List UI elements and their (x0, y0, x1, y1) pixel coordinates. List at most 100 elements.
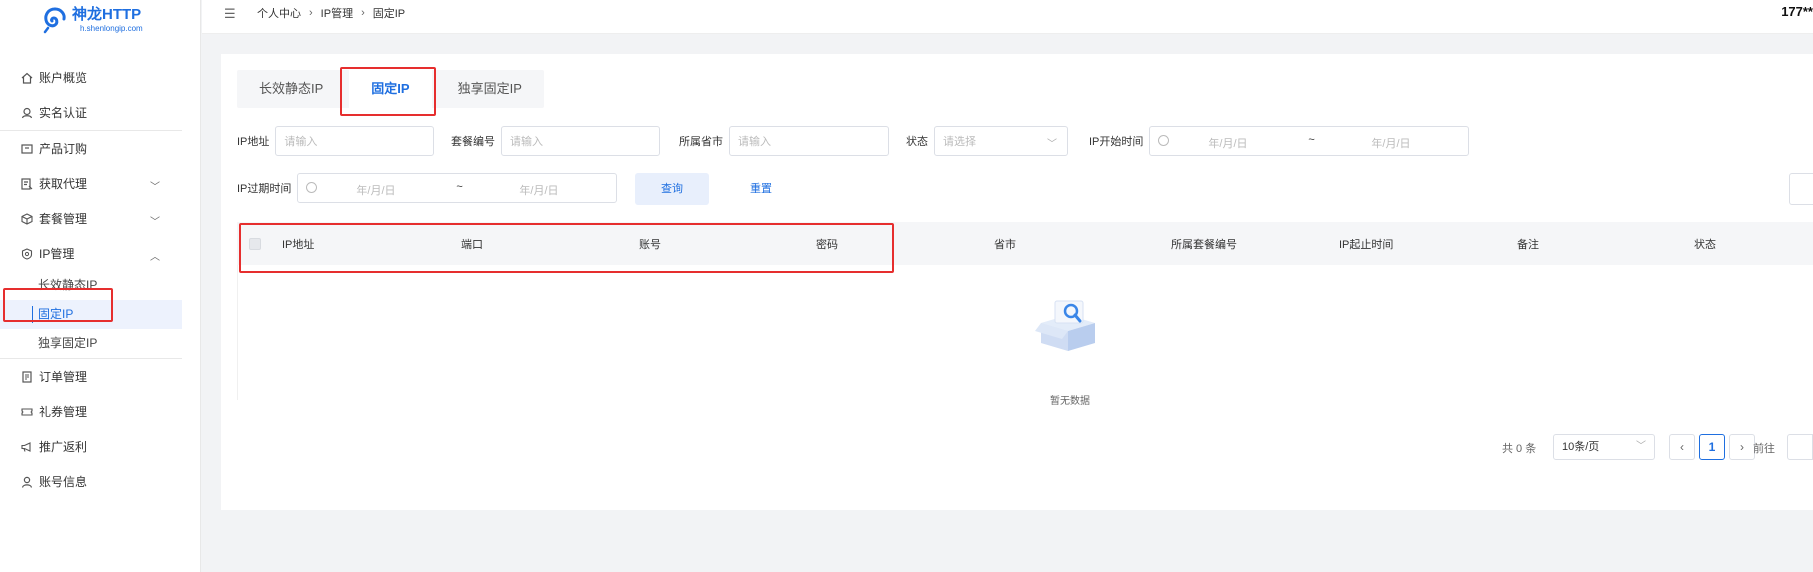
ip-filter: IP地址 请输入 (237, 126, 435, 156)
user-name[interactable]: 177** (1781, 4, 1813, 19)
brand-subtitle: h.shenlongip.com (80, 24, 143, 33)
account-icon (20, 475, 34, 489)
chevron-down-icon: ﹀ (1636, 441, 1646, 452)
empty-box-icon (1035, 300, 1095, 351)
content-card: 长效静态IP 固定IP 独享固定IP IP地址 请输入 套餐编号 请输入 所属省… (221, 54, 1813, 510)
sidebar-item-overview[interactable]: 账户概览 (0, 60, 182, 95)
breadcrumb-item: 固定IP (372, 8, 406, 20)
top-bar: ☰ 个人中心 › IP管理 › 固定IP 177** (202, 0, 1813, 34)
placeholder: 请输入 (284, 136, 318, 148)
goto-page-input[interactable] (1787, 434, 1813, 460)
status-filter: 状态 请选择 ﹀ (906, 126, 1068, 156)
select-all-checkbox[interactable] (249, 238, 261, 250)
proxy-icon (20, 177, 34, 191)
package-icon (20, 212, 34, 226)
tab-fixed-ip[interactable]: 固定IP (349, 70, 432, 108)
sidebar-item-account[interactable]: 账号信息 (0, 464, 182, 499)
column-ip-period: IP起止时间 (1339, 239, 1394, 251)
sidebar-item-orders[interactable]: 订单管理 (0, 359, 182, 394)
menu-fold-icon[interactable]: ☰ (224, 6, 236, 22)
column-package-id: 所属套餐编号 (1171, 239, 1237, 251)
clock-icon (306, 182, 318, 193)
column-account: 账号 (639, 239, 661, 251)
sidebar-item-package[interactable]: 套餐管理 ﹀ (0, 201, 182, 236)
sidebar-item-coupons[interactable]: 礼券管理 (0, 394, 182, 429)
sidebar-item-label: IP管理 (39, 247, 75, 261)
sidebar-item-label: 产品订购 (39, 142, 88, 156)
coupon-icon (20, 405, 34, 419)
ip-input[interactable]: 请输入 (275, 126, 435, 156)
sidebar-item-label: 礼券管理 (39, 405, 88, 419)
sidebar-item-buy[interactable]: 产品订购 (0, 131, 182, 166)
sidebar-item-label: 套餐管理 (39, 212, 88, 226)
package-input[interactable]: 请输入 (501, 126, 660, 156)
column-province: 省市 (994, 239, 1016, 251)
column-password: 密码 (816, 239, 838, 251)
column-note: 备注 (1517, 239, 1539, 251)
sidebar-subitem-exclusive-fixed-ip[interactable]: 独享固定IP (0, 329, 182, 358)
province-filter: 所属省市 请输入 (679, 126, 889, 156)
chevron-up-icon[interactable]: ︿ (150, 248, 160, 263)
query-button[interactable]: 查询 (635, 173, 709, 205)
chevron-down-icon[interactable]: ﹀ (150, 213, 160, 228)
export-button[interactable] (1789, 173, 1813, 205)
ip-type-tabs: 长效静态IP 固定IP 独享固定IP (237, 70, 544, 108)
total-count: 共 0 条 (1502, 443, 1537, 455)
goto-label: 前往 (1753, 443, 1775, 455)
reset-button[interactable]: 重置 (731, 173, 791, 205)
brand-logo[interactable]: 神龙HTTP h.shenlongip.com (42, 6, 143, 34)
dragon-logo-icon (43, 7, 66, 34)
chevron-right-icon: › (361, 7, 365, 19)
start-time-filter: IP开始时间 年/月/日 ~ 年/月/日 (1089, 126, 1470, 156)
sidebar-item-proxy[interactable]: 获取代理 ﹀ (0, 166, 182, 201)
page-1-button[interactable]: 1 (1699, 434, 1725, 460)
date-start[interactable]: 年/月/日 (1208, 135, 1247, 151)
next-page-button[interactable]: › (1729, 434, 1755, 460)
sidebar-item-label: 账号信息 (39, 475, 88, 489)
page-size-select[interactable]: 10条/页 ﹀ (1553, 434, 1655, 460)
empty-text: 暂无数据 (1050, 396, 1090, 407)
user-verify-icon (20, 106, 34, 120)
sidebar-item-ip[interactable]: IP管理 ︿ (0, 236, 182, 271)
status-select[interactable]: 请选择 ﹀ (934, 126, 1068, 156)
column-status: 状态 (1694, 239, 1716, 251)
range-separator: ~ (456, 181, 463, 193)
placeholder: 请选择 (943, 136, 976, 148)
chevron-down-icon: ﹀ (1047, 139, 1057, 150)
home-icon (20, 71, 34, 85)
sidebar-item-promotion[interactable]: 推广返利 (0, 429, 182, 464)
expire-time-range[interactable]: 年/月/日 ~ 年/月/日 (297, 173, 618, 203)
range-separator: ~ (1308, 134, 1315, 146)
breadcrumb: 个人中心 › IP管理 › 固定IP (257, 5, 405, 21)
sidebar-subitem-fixed-ip[interactable]: 固定IP (0, 300, 182, 329)
date-start[interactable]: 年/月/日 (356, 182, 395, 198)
start-time-label: IP开始时间 (1089, 136, 1144, 148)
tab-exclusive-fixed-ip[interactable]: 独享固定IP (436, 70, 544, 108)
tab-long-static-ip[interactable]: 长效静态IP (237, 70, 345, 108)
order-icon (20, 370, 34, 384)
province-label: 所属省市 (679, 136, 723, 148)
sidebar-item-label: 推广返利 (39, 440, 88, 454)
page-size-value: 10条/页 (1562, 441, 1600, 453)
breadcrumb-item[interactable]: IP管理 (321, 5, 353, 21)
chevron-down-icon[interactable]: ﹀ (150, 178, 160, 193)
province-input[interactable]: 请输入 (729, 126, 889, 156)
date-end[interactable]: 年/月/日 (1371, 135, 1410, 151)
start-time-range[interactable]: 年/月/日 ~ 年/月/日 (1149, 126, 1470, 156)
ip-icon (20, 247, 34, 261)
placeholder: 请输入 (510, 136, 543, 148)
sidebar-item-label: 获取代理 (39, 177, 88, 191)
sidebar: 神龙HTTP h.shenlongip.com 账户概览 实名认证 产品订购 获… (0, 0, 201, 572)
chevron-right-icon: › (309, 7, 313, 19)
sidebar-subitem-long-static-ip[interactable]: 长效静态IP (0, 271, 182, 300)
sidebar-item-verify[interactable]: 实名认证 (0, 95, 182, 130)
column-ip: IP地址 (282, 239, 315, 251)
prev-page-button[interactable]: ‹ (1669, 434, 1695, 460)
pagination: 共 0 条 10条/页 ﹀ ‹ 1 › 前往 (221, 434, 1813, 460)
brand-title: 神龙HTTP (72, 6, 142, 23)
ip-label: IP地址 (237, 136, 270, 148)
date-end[interactable]: 年/月/日 (519, 182, 558, 198)
expire-time-label: IP过期时间 (237, 183, 292, 195)
breadcrumb-item[interactable]: 个人中心 (257, 5, 301, 21)
sidebar-item-label: 订单管理 (39, 370, 88, 384)
